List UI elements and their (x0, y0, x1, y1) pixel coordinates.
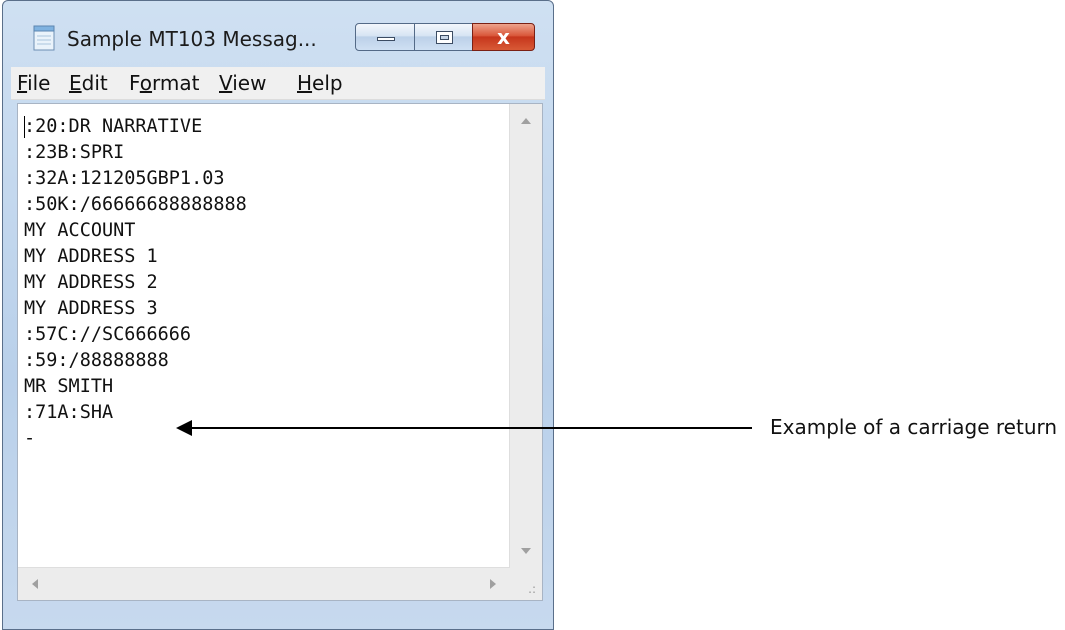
menu-format-rest: rmat (152, 71, 200, 95)
annotation-arrow-line (178, 427, 752, 429)
menu-format-accel: o (139, 71, 153, 95)
menu-view[interactable]: View (219, 71, 266, 95)
title-bar[interactable]: Sample MT103 Messag... x (3, 1, 553, 65)
text-caret (24, 116, 25, 138)
resize-grip-icon[interactable]: .: (528, 582, 536, 596)
menu-help-rest: elp (312, 71, 343, 95)
menu-view-accel: V (219, 71, 233, 95)
menu-format[interactable]: Format (129, 71, 200, 95)
notepad-icon (33, 25, 55, 51)
menu-help[interactable]: Help (297, 71, 343, 95)
document-text[interactable]: :20:DR NARRATIVE :23B:SPRI :32A:121205GB… (24, 114, 508, 562)
horizontal-scrollbar[interactable] (18, 567, 510, 600)
menu-edit-rest: dit (81, 71, 108, 95)
close-button[interactable]: x (472, 23, 535, 51)
notepad-window: Sample MT103 Messag... x File Edit Forma… (2, 0, 554, 630)
window-title: Sample MT103 Messag... (67, 27, 317, 51)
minimize-button[interactable] (355, 23, 415, 51)
menu-help-accel: H (297, 71, 313, 95)
menu-view-rest: iew (232, 71, 267, 95)
menu-edit-accel: E (69, 71, 82, 95)
scroll-left-arrow-icon[interactable] (32, 579, 38, 589)
annotation-arrowhead-icon (176, 420, 192, 436)
close-icon: x (497, 25, 510, 49)
scroll-right-arrow-icon[interactable] (490, 579, 496, 589)
annotation-label: Example of a carriage return (770, 415, 1058, 439)
menu-bar: File Edit Format View Help (11, 67, 545, 100)
text-editor[interactable]: :20:DR NARRATIVE :23B:SPRI :32A:121205GB… (17, 103, 543, 601)
minimize-icon (377, 37, 395, 41)
scroll-down-arrow-icon[interactable] (521, 548, 531, 554)
scroll-up-arrow-icon[interactable] (521, 118, 531, 124)
maximize-icon (436, 31, 453, 44)
menu-file-accel: F (17, 71, 28, 95)
menu-format-pre: F (129, 71, 140, 95)
maximize-button[interactable] (414, 23, 473, 51)
menu-edit[interactable]: Edit (69, 71, 108, 95)
vertical-scrollbar[interactable] (509, 104, 542, 568)
menu-file-rest: ile (27, 71, 51, 95)
menu-file[interactable]: File (17, 71, 50, 95)
scrollbar-corner: .: (510, 568, 542, 600)
